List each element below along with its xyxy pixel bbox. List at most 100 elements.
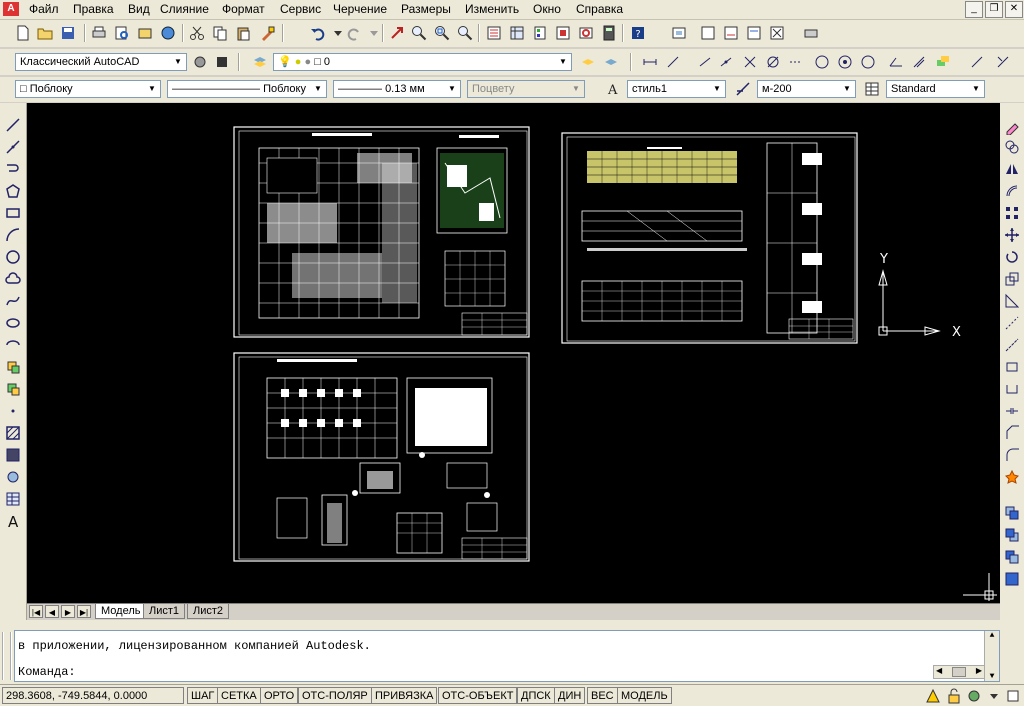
coordinates-display[interactable]: 298.3608, -749.5844, 0.0000 [2, 687, 184, 704]
design-center-icon[interactable] [507, 23, 527, 43]
markup-set-icon[interactable] [576, 23, 596, 43]
workspace-settings-icon[interactable] [190, 52, 210, 72]
gradient-icon[interactable] [3, 445, 23, 465]
snap-toggle[interactable]: ШАГ [187, 687, 219, 704]
dwf-icon[interactable] [158, 23, 178, 43]
tab-model[interactable]: Модель [95, 604, 147, 619]
scroll-down-icon[interactable]: ▼ [985, 672, 999, 681]
make-block-icon[interactable] [3, 379, 23, 399]
table-style-select[interactable]: Standard ▼ [886, 80, 985, 98]
previous-tab-icon[interactable]: ◀ [45, 605, 59, 618]
model-space-toggle[interactable]: МОДЕЛЬ [617, 687, 672, 704]
layout-icon[interactable] [698, 23, 718, 43]
break-at-point-icon[interactable] [1002, 357, 1022, 377]
dynamic-input-toggle[interactable]: ДИН [554, 687, 586, 704]
color-select[interactable]: □ Поблоку ▼ [15, 80, 161, 98]
help-icon[interactable]: ? [628, 23, 648, 43]
zoom-realtime-icon[interactable] [409, 23, 429, 43]
continue-dimension-icon[interactable] [858, 52, 878, 72]
command-grip-icon[interactable] [2, 632, 12, 680]
menu-window[interactable]: Окно [533, 2, 561, 16]
restore-icon[interactable]: ❐ [985, 1, 1003, 18]
text-style-select[interactable]: стиль1 ▼ [627, 80, 726, 98]
layout-dwf-icon[interactable] [721, 23, 741, 43]
stretch-icon[interactable] [1002, 291, 1022, 311]
workspace-select[interactable]: Классический AutoCAD ▼ [15, 53, 187, 71]
workspace-save-icon[interactable] [212, 52, 232, 72]
last-tab-icon[interactable]: ▶| [77, 605, 91, 618]
draworder-front-icon[interactable] [1002, 503, 1022, 523]
new-file-icon[interactable] [13, 23, 33, 43]
text-style-icon[interactable]: A [603, 79, 623, 99]
save-icon[interactable] [58, 23, 78, 43]
copy-object-icon[interactable] [1002, 137, 1022, 157]
tolerance-icon[interactable] [909, 52, 929, 72]
angular-dimension-icon[interactable] [786, 52, 806, 72]
paste-icon[interactable] [233, 23, 253, 43]
region-icon[interactable] [3, 467, 23, 487]
table-icon[interactable] [3, 489, 23, 509]
polygon-icon[interactable] [3, 181, 23, 201]
diameter-dimension-icon[interactable] [763, 52, 783, 72]
scroll-up-icon[interactable]: ▲ [985, 631, 999, 640]
pan-realtime-icon[interactable] [387, 23, 407, 43]
sheet-set-icon[interactable] [553, 23, 573, 43]
scale-icon[interactable] [1002, 269, 1022, 289]
print-preview-icon[interactable] [112, 23, 132, 43]
linear-dimension-icon[interactable] [640, 52, 660, 72]
scroll-right-icon[interactable]: ▶ [976, 666, 982, 676]
break-icon[interactable] [1002, 379, 1022, 399]
layout-pdf-icon[interactable] [744, 23, 764, 43]
ortho-toggle[interactable]: ОРТО [260, 687, 299, 704]
dimension-style-select[interactable]: м-200 ▼ [757, 80, 856, 98]
fillet-icon[interactable] [1002, 445, 1022, 465]
ordinate-dimension-icon[interactable] [716, 52, 736, 72]
draworder-under-icon[interactable] [1002, 569, 1022, 589]
draworder-above-icon[interactable] [1002, 547, 1022, 567]
polar-tracking-toggle[interactable]: ОТС-ПОЛЯР [298, 687, 372, 704]
scroll-thumb[interactable] [952, 667, 966, 677]
multiline-text-icon[interactable]: A [3, 511, 23, 531]
dimension-edit-icon[interactable] [967, 52, 987, 72]
aligned-dimension-icon[interactable] [663, 52, 683, 72]
make-object-layer-current-icon[interactable] [578, 52, 598, 72]
explode-icon[interactable] [1002, 467, 1022, 487]
array-icon[interactable] [1002, 203, 1022, 223]
table-style-icon[interactable] [862, 79, 882, 99]
extend-icon[interactable] [1002, 335, 1022, 355]
undo-icon[interactable] [308, 23, 328, 43]
clean-screen-icon[interactable] [1003, 686, 1023, 706]
menu-merge[interactable]: Слияние [160, 2, 209, 16]
layer-select[interactable]: 💡 ● ● □ 0 ▼ [273, 53, 572, 71]
quick-leader-icon[interactable] [886, 52, 906, 72]
model-space-canvas[interactable]: Y X [27, 103, 1000, 603]
publish-icon[interactable] [135, 23, 155, 43]
viewport-icon[interactable] [669, 23, 689, 43]
command-hscrollbar[interactable]: ◀ ▶ [933, 665, 985, 679]
menu-edit[interactable]: Правка [73, 2, 114, 16]
tab-sheet2[interactable]: Лист2 [187, 604, 230, 619]
mirror-icon[interactable] [1002, 159, 1022, 179]
erase-icon[interactable] [1002, 117, 1022, 137]
revision-cloud-icon[interactable] [3, 269, 23, 289]
dimension-style-icon[interactable] [733, 79, 753, 99]
offset-icon[interactable] [1002, 181, 1022, 201]
layer-previous-icon[interactable] [601, 52, 621, 72]
menu-file[interactable]: Файл [29, 2, 59, 16]
dimension-text-edit-icon[interactable] [993, 52, 1013, 72]
trim-icon[interactable] [1002, 313, 1022, 333]
draworder-back-icon[interactable] [1002, 525, 1022, 545]
polyline-icon[interactable] [3, 159, 23, 179]
layer-manager-icon[interactable] [250, 52, 270, 72]
zoom-previous-icon[interactable] [455, 23, 475, 43]
dynamic-ucs-toggle[interactable]: ДПСК [517, 687, 555, 704]
rotate-icon[interactable] [1002, 247, 1022, 267]
first-tab-icon[interactable]: |◀ [29, 605, 43, 618]
join-icon[interactable] [1002, 401, 1022, 421]
baseline-dimension-icon[interactable] [835, 52, 855, 72]
layout-xref-icon[interactable] [767, 23, 787, 43]
quick-dimension-icon[interactable] [812, 52, 832, 72]
redo-icon[interactable] [344, 23, 364, 43]
close-icon[interactable]: ✕ [1005, 1, 1023, 18]
properties-icon[interactable] [484, 23, 504, 43]
